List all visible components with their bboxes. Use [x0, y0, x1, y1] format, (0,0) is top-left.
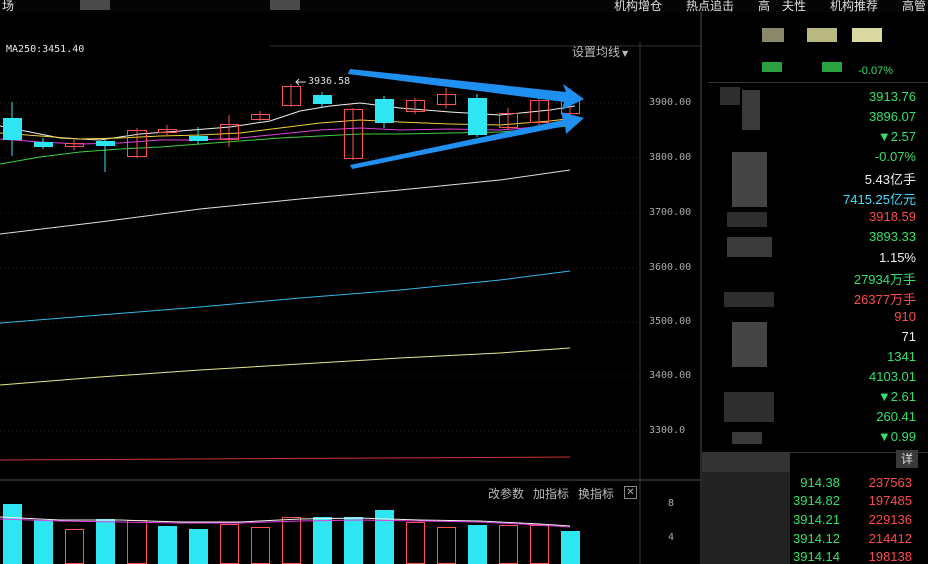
quote-row: 27934万手	[853, 272, 916, 287]
trade-price: 3914.12	[793, 531, 840, 546]
volume-bars	[3, 504, 580, 564]
y-tick: 3500.00	[649, 316, 692, 327]
candles	[3, 84, 580, 172]
ma-line-yellow	[0, 347, 571, 386]
menu-tab-executive[interactable]: 高管	[902, 0, 926, 12]
add-indicator-button[interactable]: 加指标	[533, 485, 569, 502]
chevron-down-icon: ▼	[622, 49, 629, 58]
quote-row: -0.07%	[874, 149, 916, 164]
blurred-label	[732, 432, 762, 444]
grid-lines	[0, 102, 640, 432]
blurred-label	[732, 152, 767, 207]
set-ma-button[interactable]: 设置均线 ▼	[572, 43, 628, 60]
blurred-label	[727, 237, 772, 257]
trade-volume: 198138	[868, 549, 912, 564]
quote-row: ▼2.61	[877, 389, 916, 404]
trade-volume: 214412	[868, 531, 912, 546]
quote-row: 4103.01	[869, 369, 916, 384]
ma-line-white	[0, 169, 571, 235]
blurred-label	[720, 87, 740, 105]
menu-tab-institution-increase[interactable]: 机构增仓	[614, 0, 662, 12]
detail-button[interactable]: 详	[896, 450, 918, 468]
menu-tab-property[interactable]: 夫性	[782, 0, 806, 12]
ma250-label: MA250:3451.40	[6, 44, 85, 55]
blurred-header	[852, 28, 882, 42]
blurred-header	[762, 62, 782, 72]
y-tick: 3300.0	[649, 425, 686, 436]
blurred-label	[732, 322, 767, 367]
kline-chart-svg	[0, 42, 700, 564]
blurred-label	[727, 212, 767, 227]
close-icon[interactable]: ✕	[624, 486, 637, 499]
quote-row: 3893.33	[869, 229, 916, 244]
y-tick: 3600.00	[649, 262, 692, 273]
trade-price: 3914.82	[793, 493, 840, 508]
sub-y-tick: 4	[668, 532, 675, 543]
switch-indicator-button[interactable]: 换指标	[578, 485, 614, 502]
ma-line-red	[0, 456, 571, 461]
y-tick: 3400.00	[649, 370, 692, 381]
trade-price: 3914.14	[793, 549, 840, 564]
quote-row: 1341	[887, 349, 916, 364]
quote-row: 3913.76	[869, 89, 916, 104]
blurred-header	[807, 28, 837, 42]
quote-row: 5.43亿手	[864, 172, 916, 187]
blurred-label	[724, 392, 774, 422]
quote-row: 26377万手	[853, 292, 916, 307]
y-tick: 3900.00	[649, 97, 692, 108]
quote-row: ▼0.99	[877, 429, 916, 444]
blurred-label	[742, 90, 760, 130]
sub-y-tick: 8	[668, 498, 675, 509]
blurred-label	[724, 292, 774, 307]
high-annotation-label: 3936.58	[308, 76, 351, 87]
quote-top-partial: -0.07%	[858, 65, 893, 77]
modify-params-button[interactable]: 改参数	[488, 485, 524, 502]
set-ma-label: 设置均线	[572, 45, 621, 59]
quote-row: 3918.59	[869, 209, 916, 224]
top-menu-bar: 场 机构增仓 热点追击 高 夫性 机构推荐 高管	[0, 0, 928, 12]
menu-tab-hotspot[interactable]: 热点追击	[686, 0, 734, 12]
menu-tab-high[interactable]: 高	[758, 0, 770, 12]
quote-row: 7415.25亿元	[843, 192, 916, 207]
blurred-header	[762, 28, 784, 42]
quote-row: 71	[901, 329, 916, 344]
blurred-label	[702, 472, 790, 564]
quote-row: 3896.07	[869, 109, 916, 124]
blurred-menu-region-2	[270, 0, 300, 10]
y-tick: 3800.00	[649, 152, 692, 163]
quote-row: 1.15%	[879, 250, 916, 265]
blurred-header	[822, 62, 842, 72]
blurred-label	[702, 452, 790, 472]
panel-divider	[708, 82, 928, 83]
trade-volume: 229136	[868, 512, 912, 527]
blurred-menu-region	[80, 0, 110, 10]
trade-volume: 197485	[868, 493, 912, 508]
menu-tab-institution-recommend[interactable]: 机构推荐	[830, 0, 878, 12]
ma-line-cyan	[0, 270, 571, 324]
kline-chart-area[interactable]: MA250:3451.40 设置均线 ▼ 3936.58 3900.00 3800…	[0, 12, 700, 564]
trade-price: 3914.21	[793, 512, 840, 527]
trade-volume: 237563	[868, 475, 912, 490]
trade-price: 914.38	[800, 475, 840, 490]
ma-short-white	[0, 102, 576, 141]
quote-row: 260.41	[876, 409, 916, 424]
menu-tab-1[interactable]: 场	[2, 0, 14, 12]
quote-row: 910	[894, 309, 916, 324]
y-tick: 3700.00	[649, 207, 692, 218]
quote-row: ▼2.57	[877, 129, 916, 144]
